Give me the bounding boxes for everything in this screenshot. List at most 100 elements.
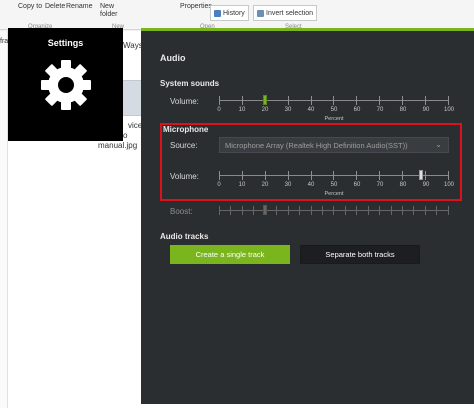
slider-tick [402, 171, 404, 180]
invert-selection-icon [257, 9, 264, 17]
new-folder-button[interactable]: New folder [100, 3, 124, 19]
slider-tick-label: 60 [353, 182, 361, 188]
slider-tick [356, 96, 358, 105]
slider-tick [310, 171, 312, 180]
slider-tick-label: 0 [217, 107, 221, 113]
slider-tick [219, 206, 220, 215]
boost-slider[interactable] [219, 204, 449, 216]
slider-tick-label: 30 [284, 107, 292, 113]
slider-tick [264, 171, 266, 180]
slider-tick [219, 171, 220, 180]
slider-thumb[interactable] [263, 205, 267, 215]
slider-tick [299, 206, 301, 215]
invert-selection-label: Invert selection [266, 9, 314, 17]
slider-thumb[interactable] [419, 170, 424, 180]
microphone-heading: Microphone [163, 125, 209, 134]
history-label: History [223, 9, 245, 17]
slider-tick [310, 96, 312, 105]
source-label: Source: [170, 141, 198, 150]
navigation-pane [0, 31, 8, 408]
slider-tick-label: 50 [330, 182, 338, 188]
slider-tick [436, 206, 438, 215]
slider-tick [276, 206, 278, 215]
slider-tick-label: 10 [238, 107, 246, 113]
slider-tick-label: 40 [307, 107, 315, 113]
slider-tick [333, 96, 335, 105]
slider-tick-label: 30 [284, 182, 292, 188]
slider-tick-label: 60 [353, 107, 361, 113]
slider-tick [241, 171, 243, 180]
slider-tick-label: 100 [443, 107, 454, 113]
slider-tick [333, 206, 335, 215]
slider-tick [344, 206, 346, 215]
slider-tick-label: 10 [238, 182, 246, 188]
settings-tile[interactable]: Settings [8, 28, 123, 141]
slider-tick [447, 96, 449, 105]
file-thumbnail[interactable] [120, 80, 142, 116]
slider-tick [321, 206, 323, 215]
slider-tick [310, 206, 312, 215]
slider-tick [379, 206, 381, 215]
boost-label: Boost: [170, 207, 193, 216]
slider-tick-label: 90 [422, 182, 430, 188]
slider-tick [425, 96, 427, 105]
slider-tick [379, 96, 381, 105]
slider-tick-label: 70 [376, 182, 384, 188]
slider-tick-label: 70 [376, 107, 384, 113]
slider-tick [447, 171, 449, 180]
slider-tick [379, 171, 381, 180]
volume-unit-label: Percent [324, 191, 344, 197]
audio-settings-panel: Audio System sounds Volume: 0 10 20 30 40 50 6… [141, 28, 474, 404]
slider-tick [425, 171, 427, 180]
audio-title: Audio [160, 53, 186, 63]
slider-tick [447, 206, 449, 215]
source-dropdown[interactable]: Microphone Array (Realtek High Definitio… [219, 137, 449, 153]
system-sounds-heading: System sounds [160, 79, 220, 88]
slider-tick [253, 206, 255, 215]
slider-tick [241, 96, 243, 105]
audio-tracks-heading: Audio tracks [160, 232, 209, 241]
slider-tick [241, 206, 243, 215]
slider-tick [287, 206, 289, 215]
slider-tick [356, 171, 358, 180]
slider-tick-label: 100 [443, 182, 454, 188]
history-icon [214, 9, 221, 17]
slider-tick [356, 206, 358, 215]
create-single-track-button[interactable]: Create a single track [170, 245, 290, 264]
slider-tick [367, 206, 369, 215]
delete-button[interactable]: Delete [45, 3, 65, 10]
slider-tick [424, 206, 426, 215]
system-volume-label: Volume: [170, 97, 199, 106]
invert-selection-button[interactable]: Invert selection [253, 5, 318, 21]
slider-tick [287, 171, 289, 180]
rename-button[interactable]: Rename [66, 3, 92, 10]
chevron-down-icon: ⌄ [435, 140, 442, 149]
file-name-manual[interactable]: manual.jpg [98, 141, 137, 150]
slider-tick-label: 80 [399, 107, 407, 113]
separate-both-tracks-button[interactable]: Separate both tracks [300, 245, 420, 264]
gear-icon [41, 60, 91, 110]
copy-to-button[interactable]: Copy to [18, 3, 42, 11]
slider-tick [390, 206, 392, 215]
explorer-ribbon: Copy to Delete Rename New folder Propert… [0, 0, 474, 30]
slider-tick [219, 96, 220, 105]
slider-thumb[interactable] [263, 95, 267, 105]
slider-tick-label: 20 [261, 107, 269, 113]
volume-unit-label: Percent [324, 116, 344, 122]
slider-tick-label: 20 [261, 182, 269, 188]
history-button[interactable]: History [210, 5, 249, 21]
properties-button[interactable]: Properties [180, 3, 212, 10]
slider-tick [287, 96, 289, 105]
slider-tick-label: 40 [307, 182, 315, 188]
mic-volume-slider[interactable]: 0 10 20 30 40 50 60 70 80 90 100 Percent [217, 169, 454, 199]
mic-volume-label: Volume: [170, 172, 199, 181]
slider-tick-label: 0 [217, 182, 221, 188]
slider-tick-label: 90 [422, 107, 430, 113]
source-selected-value: Microphone Array (Realtek High Definitio… [225, 141, 408, 150]
slider-tick-label: 80 [399, 182, 407, 188]
slider-tick [333, 171, 335, 180]
system-volume-slider[interactable]: 0 10 20 30 40 50 60 70 80 90 100 Percent [217, 94, 454, 124]
slider-tick [413, 206, 415, 215]
slider-tick [402, 206, 403, 215]
settings-title: Settings [47, 38, 84, 48]
